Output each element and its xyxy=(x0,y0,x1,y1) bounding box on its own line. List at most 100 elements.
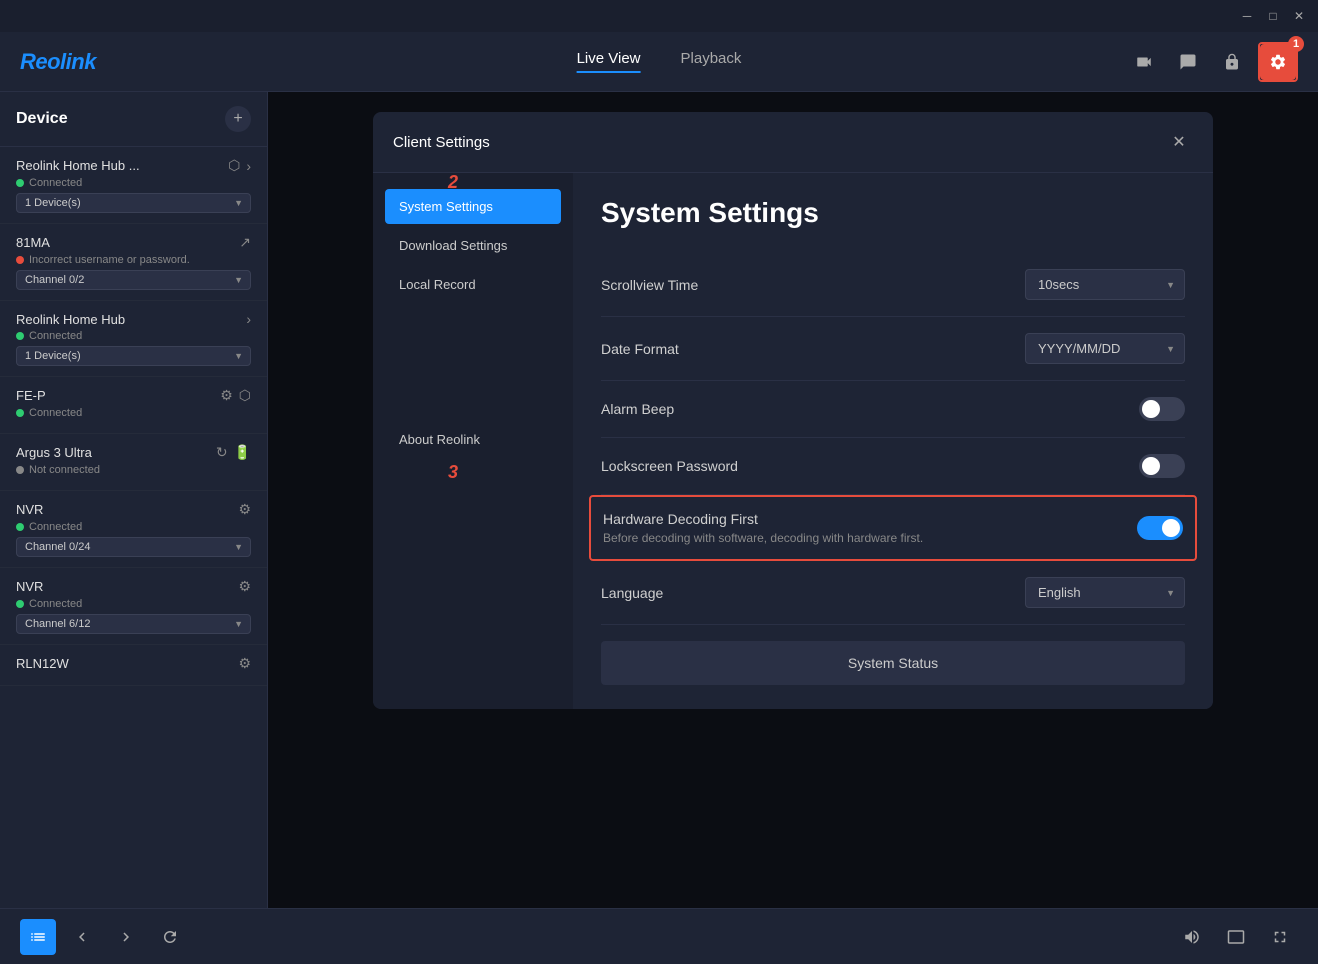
setting-row-lockscreen-password: Lockscreen Password xyxy=(601,438,1185,495)
content-area: 2 3 Client Settings ✕ System Settings Do… xyxy=(268,92,1318,908)
prev-button[interactable] xyxy=(64,919,100,955)
status-text: Not connected xyxy=(29,464,100,476)
next-button[interactable] xyxy=(108,919,144,955)
device-name: Argus 3 Ultra xyxy=(16,445,92,460)
status-dot xyxy=(16,409,24,417)
device-item-nvr2[interactable]: NVR ⚙ Connected Channel 6/12 xyxy=(0,568,267,645)
setting-row-scrollview-time: Scrollview Time 10secs 5secs 15secs 20se… xyxy=(601,253,1185,317)
device-item-nvr1[interactable]: NVR ⚙ Connected Channel 0/24 xyxy=(0,491,267,568)
video-call-button[interactable] xyxy=(1126,44,1162,80)
modal-header: Client Settings ✕ xyxy=(373,112,1213,173)
setting-label: Hardware Decoding First xyxy=(603,511,923,527)
device-gear-icon[interactable]: ⚙ xyxy=(238,501,251,518)
device-item-reolink-home-hub-1[interactable]: Reolink Home Hub ... ⬡ › Connected 1 Dev… xyxy=(0,147,267,224)
alarm-beep-toggle[interactable] xyxy=(1139,397,1185,421)
system-status-button[interactable]: System Status xyxy=(601,641,1185,685)
setting-sublabel: Before decoding with software, decoding … xyxy=(603,531,923,545)
client-settings-modal: Client Settings ✕ System Settings Downlo… xyxy=(373,112,1213,709)
title-bar: ─ □ ✕ xyxy=(0,0,1318,32)
status-text: Connected xyxy=(29,521,82,533)
maximize-button[interactable]: □ xyxy=(1262,5,1284,27)
status-dot xyxy=(16,466,24,474)
status-dot xyxy=(16,179,24,187)
device-name: RLN12W xyxy=(16,656,69,671)
device-gear-icon[interactable]: ⚙ xyxy=(238,655,251,672)
device-name: Reolink Home Hub ... xyxy=(16,158,140,173)
device-external-icon: ↗ xyxy=(239,234,251,251)
modal-title: Client Settings xyxy=(393,134,490,151)
setting-label: Lockscreen Password xyxy=(601,458,738,474)
settings-badge: 1 xyxy=(1288,36,1304,52)
device-item-fep[interactable]: FE-P ⚙ ⬡ Connected xyxy=(0,377,267,434)
modal-body: System Settings Download Settings Local … xyxy=(373,173,1213,709)
setting-label: Scrollview Time xyxy=(601,277,698,293)
settings-title: System Settings xyxy=(601,197,1185,229)
channel-select[interactable]: Channel 0/24 xyxy=(16,537,251,557)
channel-select[interactable]: 1 Device(s) xyxy=(16,193,251,213)
device-share-icon: ⬡ xyxy=(239,387,251,404)
status-text: Connected xyxy=(29,177,82,189)
scrollview-time-select[interactable]: 10secs 5secs 15secs 20secs xyxy=(1025,269,1185,300)
status-dot xyxy=(16,332,24,340)
setting-row-language: Language English Chinese French German S… xyxy=(601,561,1185,625)
lock-button[interactable] xyxy=(1214,44,1250,80)
nav-item-local-record[interactable]: Local Record xyxy=(385,267,561,302)
lockscreen-password-toggle[interactable] xyxy=(1139,454,1185,478)
bottom-bar xyxy=(0,908,1318,964)
device-name: NVR xyxy=(16,579,43,594)
device-name: FE-P xyxy=(16,388,46,403)
device-name: Reolink Home Hub xyxy=(16,312,125,327)
date-format-select[interactable]: YYYY/MM/DD MM/DD/YYYY DD/MM/YYYY xyxy=(1025,333,1185,364)
device-share-icon: ⬡ xyxy=(228,157,240,174)
device-item-argus3ultra[interactable]: Argus 3 Ultra ↻ 🔋 Not connected xyxy=(0,434,267,491)
device-gear-icon[interactable]: ⚙ xyxy=(238,578,251,595)
sidebar-title: Device xyxy=(16,110,68,128)
channel-select[interactable]: Channel 0/2 xyxy=(16,270,251,290)
language-select[interactable]: English Chinese French German Spanish xyxy=(1025,577,1185,608)
device-refresh-icon[interactable]: ↻ xyxy=(216,444,228,461)
status-text: Connected xyxy=(29,598,82,610)
fullscreen-button[interactable] xyxy=(1262,919,1298,955)
hardware-decoding-toggle[interactable] xyxy=(1137,516,1183,540)
nav-item-download-settings[interactable]: Download Settings xyxy=(385,228,561,263)
setting-row-alarm-beep: Alarm Beep xyxy=(601,381,1185,438)
indicator-2: 2 xyxy=(448,172,458,193)
display-button[interactable] xyxy=(1218,919,1254,955)
modal-close-button[interactable]: ✕ xyxy=(1165,128,1193,156)
setting-label: Alarm Beep xyxy=(601,401,674,417)
setting-row-date-format: Date Format YYYY/MM/DD MM/DD/YYYY DD/MM/… xyxy=(601,317,1185,381)
setting-row-hardware-decoding: Hardware Decoding First Before decoding … xyxy=(589,495,1197,561)
minimize-button[interactable]: ─ xyxy=(1236,5,1258,27)
modal-nav: System Settings Download Settings Local … xyxy=(373,173,573,709)
nav-tabs: Live View Playback xyxy=(577,50,742,73)
list-view-button[interactable] xyxy=(20,919,56,955)
modal-content-inner: System Settings Scrollview Time 10secs 5… xyxy=(573,173,1213,709)
status-text: Incorrect username or password. xyxy=(29,254,190,266)
setting-label: Date Format xyxy=(601,341,679,357)
setting-label: Language xyxy=(601,585,663,601)
tab-live-view[interactable]: Live View xyxy=(577,50,641,73)
channel-select[interactable]: 1 Device(s) xyxy=(16,346,251,366)
device-name: 81MA xyxy=(16,235,50,250)
device-item-rln12w[interactable]: RLN12W ⚙ xyxy=(0,645,267,686)
status-dot xyxy=(16,256,24,264)
close-button[interactable]: ✕ xyxy=(1288,5,1310,27)
nav-item-about-reolink[interactable]: About Reolink xyxy=(385,422,561,457)
device-item-81ma[interactable]: 81MA ↗ Incorrect username or password. C… xyxy=(0,224,267,301)
device-arrow-icon: › xyxy=(246,311,251,327)
nav-item-system-settings[interactable]: System Settings xyxy=(385,189,561,224)
device-arrow-icon: › xyxy=(246,158,251,174)
device-item-reolink-home-hub-2[interactable]: Reolink Home Hub › Connected 1 Device(s) xyxy=(0,301,267,377)
indicator-3: 3 xyxy=(448,462,458,483)
volume-button[interactable] xyxy=(1174,919,1210,955)
message-button[interactable] xyxy=(1170,44,1206,80)
device-gear-icon[interactable]: ⚙ xyxy=(220,387,233,404)
main-layout: Device + Reolink Home Hub ... ⬡ › Connec… xyxy=(0,92,1318,908)
status-dot xyxy=(16,600,24,608)
channel-select[interactable]: Channel 6/12 xyxy=(16,614,251,634)
refresh-button[interactable] xyxy=(152,919,188,955)
status-text: Connected xyxy=(29,330,82,342)
add-device-button[interactable]: + xyxy=(225,106,251,132)
modal-overlay: Client Settings ✕ System Settings Downlo… xyxy=(268,92,1318,908)
tab-playback[interactable]: Playback xyxy=(681,50,742,73)
